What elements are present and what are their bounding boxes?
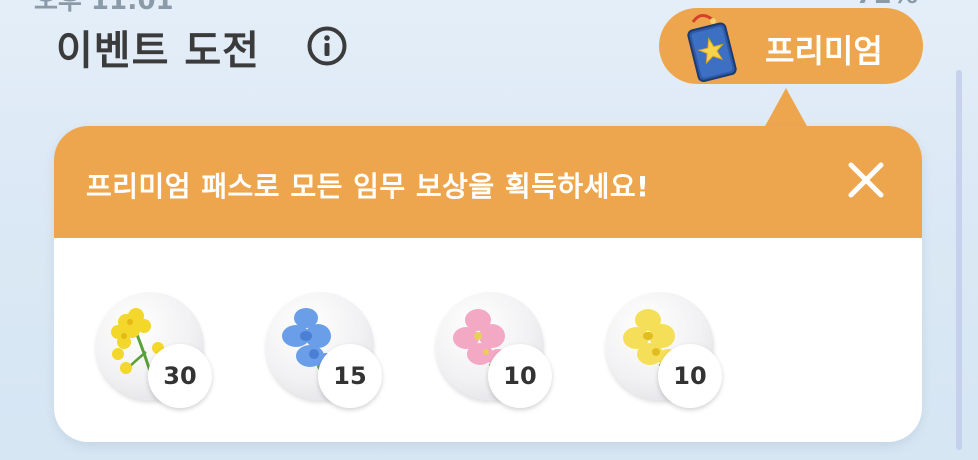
reward-count: 15: [318, 344, 382, 408]
page-title: 이벤트 도전: [56, 28, 260, 74]
reward-list: 30 15 10 10: [96, 288, 796, 408]
close-icon[interactable]: [840, 154, 892, 206]
reward-item[interactable]: 10: [606, 288, 726, 408]
info-icon[interactable]: [306, 25, 348, 67]
reward-count: 30: [148, 344, 212, 408]
popup-pointer: [764, 88, 808, 128]
premium-button[interactable]: 프리미엄: [659, 8, 923, 84]
popup-message: 프리미엄 패스로 모든 임무 보상을 획득하세요!: [86, 170, 650, 203]
reward-count: 10: [488, 344, 552, 408]
reward-count: 10: [658, 344, 722, 408]
premium-pass-icon: [679, 12, 745, 84]
scrollbar[interactable]: [956, 70, 962, 450]
premium-label: 프리미엄: [765, 32, 883, 70]
premium-popup: 프리미엄 패스로 모든 임무 보상을 획득하세요! 30 15 10 10: [54, 126, 922, 442]
reward-item[interactable]: 10: [436, 288, 556, 408]
reward-item[interactable]: 15: [266, 288, 386, 408]
popup-header: 프리미엄 패스로 모든 임무 보상을 획득하세요!: [54, 126, 922, 238]
status-time: 오후 11:01: [34, 0, 174, 14]
reward-item[interactable]: 30: [96, 288, 216, 408]
